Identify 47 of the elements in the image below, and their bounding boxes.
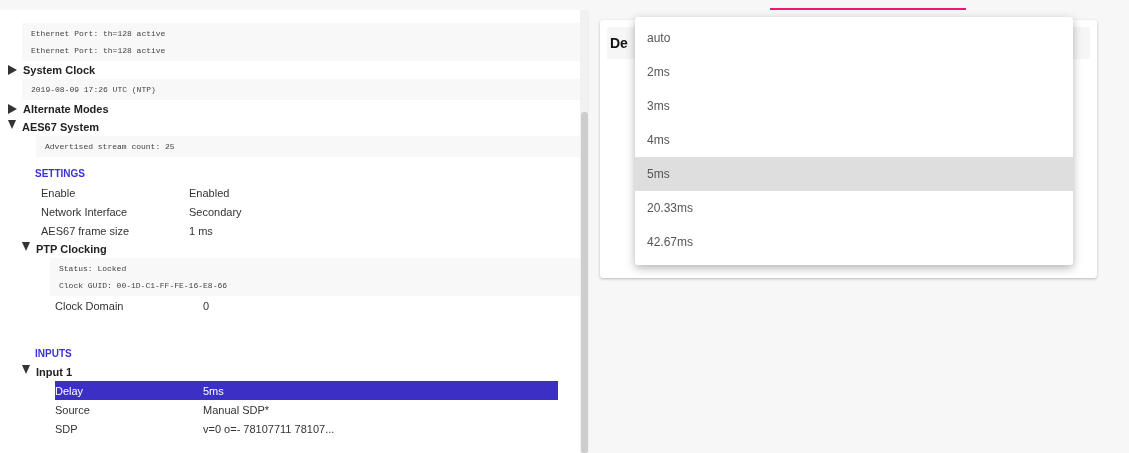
tree-node-label[interactable]: Input 1 [36, 366, 73, 378]
property-value: Manual SDP* [203, 403, 270, 416]
dropdown-option[interactable]: 4ms [635, 123, 1073, 157]
property-value: Enabled [189, 186, 230, 199]
property-row[interactable]: Enable Enabled [41, 183, 558, 202]
property-row[interactable]: Network Interface Secondary [41, 202, 558, 221]
property-value: v=0 o=- 78107711 78107... [203, 422, 335, 435]
property-row[interactable]: AES67 frame size 1 ms [41, 221, 558, 240]
card-title: De [610, 35, 628, 51]
property-value: Secondary [189, 205, 242, 218]
property-row[interactable]: SDP v=0 o=- 78107711 78107... [55, 419, 558, 438]
property-row[interactable]: Delay 5ms [55, 381, 558, 400]
caret-icon[interactable] [22, 241, 30, 251]
dropdown-option[interactable]: auto [635, 21, 1073, 55]
property-value: 0 [203, 299, 210, 312]
property-value: 1 ms [189, 224, 213, 237]
caret-icon[interactable] [8, 119, 16, 129]
section-heading: SETTINGS [35, 168, 85, 179]
tree-node-label[interactable]: Alternate Modes [23, 103, 109, 115]
info-line: Clock GUID: 00-1D-C1-FF-FE-16-E8-66 [59, 280, 229, 292]
info-line: 2019-08-09 17:26 UTC (NTP) [31, 84, 157, 96]
property-label: Source [55, 403, 91, 416]
property-label: Network Interface [41, 205, 129, 218]
property-label: AES67 frame size [41, 224, 131, 237]
tree-node-label[interactable]: AES67 System [22, 121, 100, 133]
dropdown-option[interactable]: 3ms [635, 89, 1073, 123]
tree-node-label[interactable]: System Clock [23, 64, 96, 76]
dropdown-option[interactable]: 2ms [635, 55, 1073, 89]
property-label: Clock Domain [55, 299, 125, 312]
info-line: Ethernet Port: th=128 active [31, 28, 167, 40]
caret-icon[interactable] [8, 104, 17, 114]
dropdown-option[interactable]: 20.33ms [635, 191, 1073, 225]
property-value: 5ms [203, 384, 224, 397]
section-heading: INPUTS [35, 348, 72, 359]
tree-node-label[interactable]: PTP Clocking [36, 243, 107, 255]
info-line: Status: Locked [59, 263, 128, 275]
info-line: Ethernet Port: th=128 active [31, 45, 167, 57]
property-label: SDP [55, 422, 79, 435]
property-row[interactable]: Source Manual SDP* [55, 400, 558, 419]
property-label: Enable [41, 186, 77, 199]
dropdown-option[interactable]: 5ms [635, 157, 1073, 191]
scrollbar[interactable] [581, 112, 588, 453]
info-line: Advertised stream count: 25 [45, 141, 176, 153]
dropdown-option[interactable]: 42.67ms [635, 225, 1073, 259]
property-label: Delay [55, 384, 85, 397]
property-row[interactable]: Clock Domain 0 [55, 296, 558, 315]
caret-icon[interactable] [22, 364, 30, 374]
